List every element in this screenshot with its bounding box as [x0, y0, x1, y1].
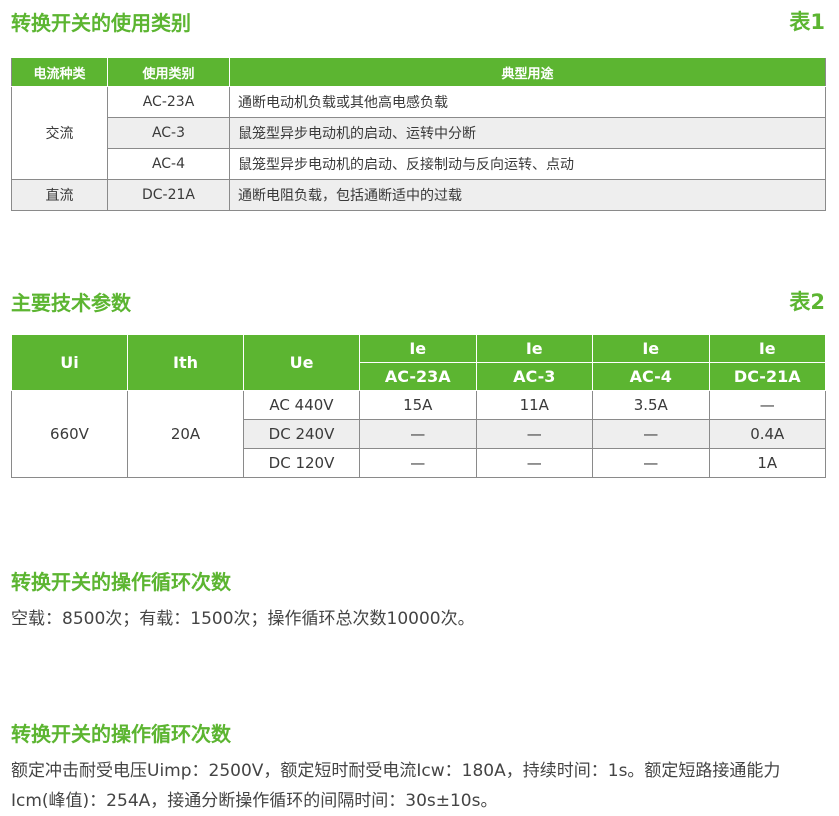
- ith-value: 20A: [127, 390, 244, 478]
- typical-use-cell: 鼠笼型异步电动机的启动、反接制动与反向运转、点动: [229, 148, 826, 180]
- typical-use-cell: 通断电动机负载或其他高电感负载: [229, 86, 826, 118]
- section-title: 转换开关的使用类别: [11, 10, 191, 35]
- ie-cell: —: [592, 419, 710, 449]
- table-header-row: 电流种类 使用类别 典型用途: [11, 58, 826, 87]
- header-ie: Ie: [708, 334, 826, 363]
- usage-category-table: 电流种类 使用类别 典型用途 交流 AC-23A 通断电动机负载或其他高电感负载…: [11, 58, 826, 211]
- ie-cell: 3.5A: [592, 390, 710, 420]
- header-ie: Ie: [475, 334, 593, 363]
- table-header-row: Ui Ith Ue Ie Ie Ie Ie: [11, 334, 826, 391]
- technical-params-table: Ui Ith Ue Ie Ie Ie Ie AC-23A AC-3 AC-4 D…: [11, 334, 826, 478]
- usage-category-cell: DC-21A: [107, 179, 230, 211]
- section-title: 转换开关的操作循环次数: [11, 569, 231, 594]
- table-row: AC-3 鼠笼型异步电动机的启动、运转中分断: [11, 117, 826, 149]
- section-header-operation-cycles-2: 转换开关的操作循环次数: [11, 717, 825, 747]
- ue-cell: AC 440V: [243, 390, 360, 420]
- table-number-label: 表1: [789, 10, 825, 34]
- header-ui: Ui: [11, 334, 128, 391]
- header-current-type: 电流种类: [11, 58, 108, 87]
- section-title: 主要技术参数: [11, 290, 131, 315]
- ie-cell: —: [592, 448, 710, 478]
- ie-cell: 0.4A: [708, 419, 826, 449]
- typical-use-cell: 通断电阻负载，包括通断适中的过载: [229, 179, 826, 211]
- subheader-ac4: AC-4: [592, 362, 710, 391]
- section-header-operation-cycles: 转换开关的操作循环次数: [11, 565, 825, 595]
- table-row: AC-4 鼠笼型异步电动机的启动、反接制动与反向运转、点动: [12, 148, 826, 180]
- ie-cell: 1A: [708, 448, 826, 478]
- header-ith: Ith: [127, 334, 244, 391]
- ie-cell: —: [359, 448, 477, 478]
- header-ie: Ie: [359, 334, 477, 363]
- ie-cell: 15A: [359, 390, 477, 420]
- ie-cell: —: [359, 419, 477, 449]
- typical-use-cell: 鼠笼型异步电动机的启动、运转中分断: [229, 117, 826, 149]
- section-header-main-params: 主要技术参数 表2: [11, 286, 825, 316]
- ie-cell: —: [475, 448, 593, 478]
- table-row: 660V 20A AC 440V 15A 11A 3.5A —: [11, 390, 826, 478]
- subheader-ac3: AC-3: [475, 362, 593, 391]
- header-ue: Ue: [243, 334, 360, 391]
- ui-value: 660V: [11, 390, 128, 478]
- ie-cell: —: [475, 419, 593, 449]
- subheader-dc21a: DC-21A: [708, 362, 826, 391]
- ue-cell: DC 240V: [243, 419, 360, 449]
- table-row: 直流 DC-21A 通断电阻负载，包括通断适中的过载: [11, 179, 826, 211]
- section-title: 转换开关的操作循环次数: [11, 721, 231, 746]
- usage-category-cell: AC-23A: [107, 86, 230, 118]
- usage-category-cell: AC-3: [107, 117, 230, 149]
- current-type-dc: 直流: [11, 179, 108, 211]
- ie-cell: 11A: [475, 390, 593, 420]
- header-typical-use: 典型用途: [229, 58, 826, 87]
- usage-category-cell: AC-4: [107, 148, 230, 180]
- header-ie: Ie: [592, 334, 710, 363]
- table-row: 交流 AC-23A 通断电动机负载或其他高电感负载: [11, 86, 826, 180]
- ue-cell: DC 120V: [243, 448, 360, 478]
- header-usage-category: 使用类别: [107, 58, 230, 87]
- section-header-usage-category: 转换开关的使用类别 表1: [11, 6, 825, 36]
- operation-cycles-text: 空载：8500次；有载：1500次；操作循环总次数10000次。: [11, 609, 475, 629]
- table-number-label: 表2: [789, 290, 825, 314]
- current-type-ac: 交流: [11, 86, 108, 180]
- subheader-ac23a: AC-23A: [359, 362, 477, 391]
- ratings-text: 额定冲击耐受电压Uimp：2500V，额定短时耐受电流Icw：180A，持续时间…: [11, 761, 781, 811]
- ie-cell: —: [708, 390, 826, 420]
